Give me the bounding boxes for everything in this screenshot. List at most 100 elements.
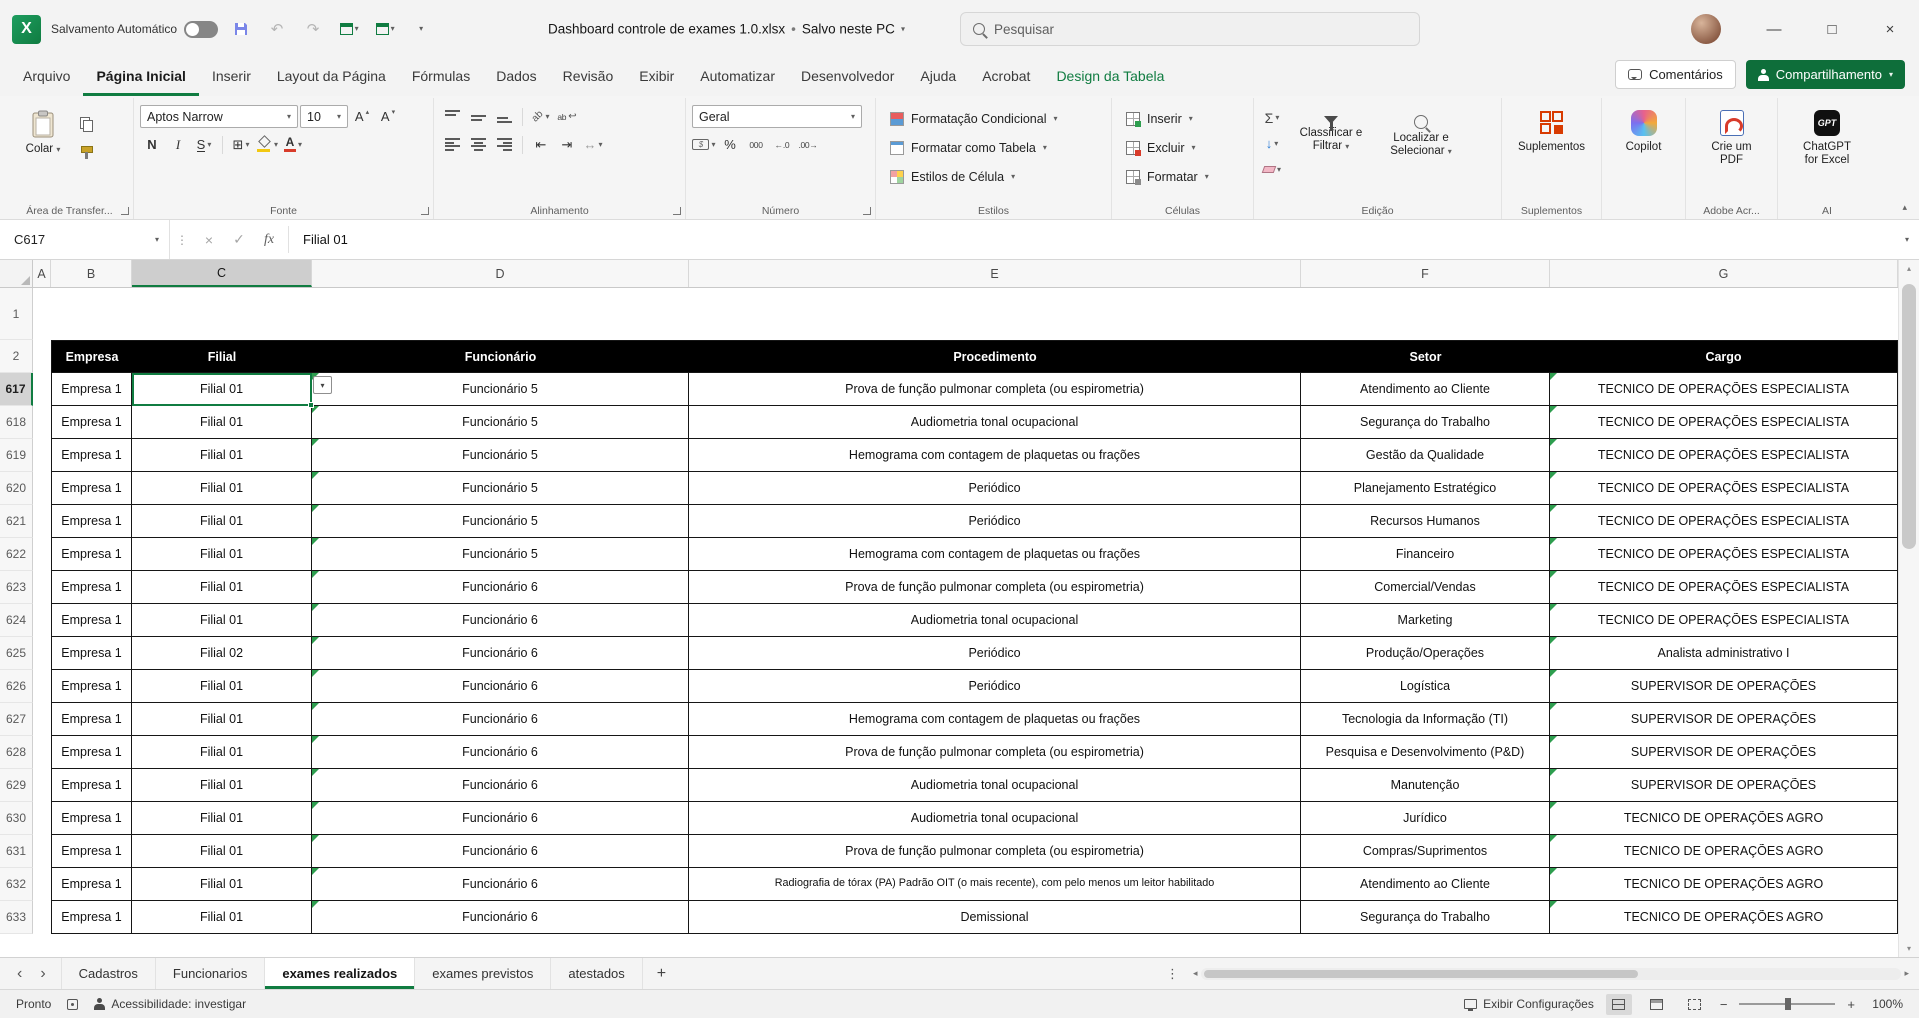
- cell-cargo-626[interactable]: SUPERVISOR DE OPERAÇÕES: [1550, 670, 1898, 703]
- italic-button[interactable]: I: [166, 133, 190, 156]
- row-header-619[interactable]: 619: [0, 439, 33, 472]
- cell-cargo-631[interactable]: TECNICO DE OPERAÇÕES AGRO: [1550, 835, 1898, 868]
- cell-funcionario-622[interactable]: Funcionário 5: [312, 538, 689, 571]
- accounting-format-button[interactable]: $▾: [692, 133, 716, 156]
- wrap-text-button[interactable]: ab↩: [555, 105, 579, 128]
- select-all-corner[interactable]: [0, 260, 33, 287]
- row-header-633[interactable]: 633: [0, 901, 33, 934]
- cell-empresa-627[interactable]: Empresa 1: [51, 703, 132, 736]
- name-box[interactable]: C617 ▾: [0, 220, 170, 259]
- row-header-621[interactable]: 621: [0, 505, 33, 538]
- page-layout-view-button[interactable]: [1644, 994, 1670, 1015]
- cell-cargo-624[interactable]: TECNICO DE OPERAÇÕES ESPECIALISTA: [1550, 604, 1898, 637]
- align-center-button[interactable]: [466, 133, 490, 156]
- scroll-down-icon[interactable]: ▾: [1899, 944, 1919, 953]
- cell-empresa-626[interactable]: Empresa 1: [51, 670, 132, 703]
- zoom-level[interactable]: 100%: [1867, 997, 1903, 1011]
- merge-center-button[interactable]: ↔▾: [581, 133, 605, 156]
- cell-procedimento-618[interactable]: Audiometria tonal ocupacional: [689, 406, 1301, 439]
- cell-setor-628[interactable]: Pesquisa e Desenvolvimento (P&D): [1301, 736, 1550, 769]
- cell-procedimento-625[interactable]: Periódico: [689, 637, 1301, 670]
- cell-setor-622[interactable]: Financeiro: [1301, 538, 1550, 571]
- row-header-624[interactable]: 624: [0, 604, 33, 637]
- ribbon-tab-arquivo[interactable]: Arquivo: [10, 58, 83, 96]
- quick-table-style-button[interactable]: ▾: [372, 16, 398, 42]
- cell-funcionario-620[interactable]: Funcionário 5: [312, 472, 689, 505]
- cell-filial-626[interactable]: Filial 01: [132, 670, 312, 703]
- new-sheet-button[interactable]: +: [643, 958, 680, 989]
- cell-filial-620[interactable]: Filial 01: [132, 472, 312, 505]
- cell-procedimento-621[interactable]: Periódico: [689, 505, 1301, 538]
- cell-filial-625[interactable]: Filial 02: [132, 637, 312, 670]
- cell-funcionario-631[interactable]: Funcionário 6: [312, 835, 689, 868]
- sheet-tab-atestados[interactable]: atestados: [550, 958, 642, 989]
- cell-empresa-623[interactable]: Empresa 1: [51, 571, 132, 604]
- save-button[interactable]: [228, 16, 254, 42]
- accessibility-status[interactable]: Acessibilidade: investigar: [94, 997, 246, 1011]
- sheet-tab-exames-realizados[interactable]: exames realizados: [264, 958, 414, 989]
- cell-filial-619[interactable]: Filial 01: [132, 439, 312, 472]
- scroll-up-icon[interactable]: ▴: [1899, 264, 1919, 273]
- ribbon-tab-revisao[interactable]: Revisão: [550, 58, 627, 96]
- cell-empresa-619[interactable]: Empresa 1: [51, 439, 132, 472]
- row-header-626[interactable]: 626: [0, 670, 33, 703]
- create-pdf-button[interactable]: Crie um PDF: [1701, 102, 1763, 198]
- cell-cargo-633[interactable]: TECNICO DE OPERAÇÕES AGRO: [1550, 901, 1898, 934]
- cell-cargo-632[interactable]: TECNICO DE OPERAÇÕES AGRO: [1550, 868, 1898, 901]
- insert-function-button[interactable]: fx: [254, 220, 284, 259]
- sheet-tab-funcionarios[interactable]: Funcionarios: [155, 958, 264, 989]
- cell-funcionario-626[interactable]: Funcionário 6: [312, 670, 689, 703]
- scroll-left-icon[interactable]: ◂: [1193, 968, 1198, 979]
- comma-style-button[interactable]: 000: [744, 133, 768, 156]
- cell-cargo-630[interactable]: TECNICO DE OPERAÇÕES AGRO: [1550, 802, 1898, 835]
- cell-setor-626[interactable]: Logística: [1301, 670, 1550, 703]
- row-header-620[interactable]: 620: [0, 472, 33, 505]
- addins-button[interactable]: Suplementos: [1521, 102, 1583, 198]
- clear-button[interactable]: ▾: [1260, 158, 1284, 181]
- fill-color-button[interactable]: ▾: [255, 133, 279, 156]
- cell-filial-629[interactable]: Filial 01: [132, 769, 312, 802]
- cell-filial-618[interactable]: Filial 01: [132, 406, 312, 439]
- ribbon-tab-formulas[interactable]: Fórmulas: [399, 58, 483, 96]
- cell-cargo-622[interactable]: TECNICO DE OPERAÇÕES ESPECIALISTA: [1550, 538, 1898, 571]
- row-header-625[interactable]: 625: [0, 637, 33, 670]
- fill-handle[interactable]: [308, 402, 314, 408]
- formula-bar-expand-icon[interactable]: ▾: [1895, 220, 1919, 259]
- paste-button[interactable]: Colar ▾: [12, 102, 74, 198]
- cell-funcionario-618[interactable]: Funcionário 5: [312, 406, 689, 439]
- delete-cells-button[interactable]: Excluir▾: [1118, 134, 1247, 161]
- decrease-decimal-button[interactable]: .00→: [796, 133, 820, 156]
- cell-cargo-620[interactable]: TECNICO DE OPERAÇÕES ESPECIALISTA: [1550, 472, 1898, 505]
- cell-cargo-628[interactable]: SUPERVISOR DE OPERAÇÕES: [1550, 736, 1898, 769]
- cell-filial-622[interactable]: Filial 01: [132, 538, 312, 571]
- cell-cargo-623[interactable]: TECNICO DE OPERAÇÕES ESPECIALISTA: [1550, 571, 1898, 604]
- align-middle-button[interactable]: [466, 105, 490, 128]
- column-header-d[interactable]: D: [312, 260, 689, 287]
- ribbon-tab-dados[interactable]: Dados: [483, 58, 549, 96]
- cell-cargo-618[interactable]: TECNICO DE OPERAÇÕES ESPECIALISTA: [1550, 406, 1898, 439]
- cell-funcionario-621[interactable]: Funcionário 5: [312, 505, 689, 538]
- decrease-font-button[interactable]: A▾: [376, 105, 400, 128]
- row-header-617[interactable]: 617: [0, 373, 33, 406]
- cell-cargo-621[interactable]: TECNICO DE OPERAÇÕES ESPECIALISTA: [1550, 505, 1898, 538]
- vertical-scrollbar-thumb[interactable]: [1902, 284, 1916, 549]
- ribbon-tab-design-da-tabela[interactable]: Design da Tabela: [1043, 58, 1177, 96]
- share-button[interactable]: Compartilhamento ▾: [1746, 60, 1905, 89]
- dialog-launcher-icon[interactable]: [421, 207, 429, 215]
- row-header-622[interactable]: 622: [0, 538, 33, 571]
- autosum-button[interactable]: Σ▾: [1260, 106, 1284, 129]
- table-header-filial[interactable]: Filial: [132, 340, 312, 373]
- align-left-button[interactable]: [440, 133, 464, 156]
- cell-cargo-625[interactable]: Analista administrativo I: [1550, 637, 1898, 670]
- table-header-cargo[interactable]: Cargo: [1550, 340, 1898, 373]
- row-header-1[interactable]: 1: [0, 288, 33, 340]
- quick-table-format-button[interactable]: ▾: [336, 16, 362, 42]
- format-cells-button[interactable]: Formatar▾: [1118, 163, 1247, 190]
- zoom-slider-thumb[interactable]: [1785, 998, 1791, 1010]
- user-avatar[interactable]: [1691, 14, 1721, 44]
- borders-button[interactable]: ⊞▾: [229, 133, 253, 156]
- cell-procedimento-627[interactable]: Hemograma com contagem de plaquetas ou f…: [689, 703, 1301, 736]
- cell-procedimento-623[interactable]: Prova de função pulmonar completa (ou es…: [689, 571, 1301, 604]
- increase-indent-button[interactable]: ⇥: [555, 133, 579, 156]
- redo-button[interactable]: ↷: [300, 16, 326, 42]
